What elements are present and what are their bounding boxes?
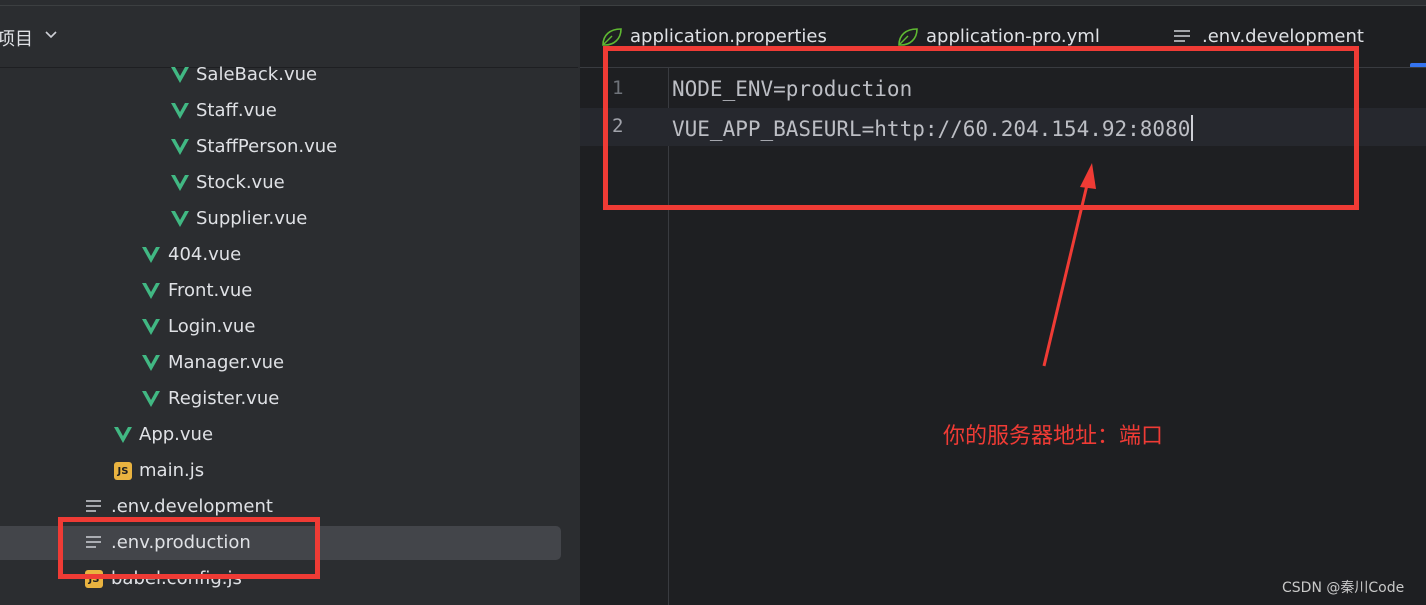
- vue-icon: [142, 355, 160, 371]
- tree-item-manager-vue[interactable]: Manager.vue: [0, 345, 578, 381]
- tree-item-label: Manager.vue: [168, 352, 285, 373]
- vue-icon: [142, 391, 160, 407]
- tree-item-staff-vue[interactable]: Staff.vue: [0, 93, 578, 129]
- tab-label: application.properties: [630, 26, 827, 47]
- annotation-box-code: [603, 46, 1359, 210]
- tree-item-label: StaffPerson.vue: [196, 136, 338, 157]
- tree-item-supplier-vue[interactable]: Supplier.vue: [0, 201, 578, 237]
- tree-item-label: .env.development: [111, 496, 273, 517]
- text-file-icon: [86, 500, 101, 512]
- tree-item-label: Login.vue: [168, 316, 256, 337]
- tree-item-label: Supplier.vue: [196, 208, 308, 229]
- vue-icon: [142, 247, 160, 263]
- scroll-marker: [1410, 63, 1426, 67]
- project-panel-title[interactable]: 项目: [0, 25, 33, 51]
- tab-label: .env.development: [1202, 26, 1364, 47]
- project-panel: 项目 SaleBack.vue Staff.vue StaffPerson.vu…: [0, 6, 578, 605]
- chevron-down-icon[interactable]: [44, 30, 58, 40]
- tree-item-saleback-vue[interactable]: SaleBack.vue: [0, 57, 578, 93]
- tree-item-label: 404.vue: [168, 244, 242, 265]
- tree-item-label: Front.vue: [168, 280, 253, 301]
- vue-icon: [142, 319, 160, 335]
- tree-item-label: SaleBack.vue: [196, 64, 318, 85]
- js-icon: JS: [114, 462, 132, 480]
- tree-item-label: App.vue: [139, 424, 214, 445]
- vue-icon: [171, 139, 189, 155]
- vue-icon: [142, 283, 160, 299]
- tree-item-front-vue[interactable]: Front.vue: [0, 273, 578, 309]
- text-file-icon: [1174, 30, 1190, 42]
- tree-item-register-vue[interactable]: Register.vue: [0, 381, 578, 417]
- vue-icon: [171, 175, 189, 191]
- tree-item-stock-vue[interactable]: Stock.vue: [0, 165, 578, 201]
- annotation-label: 你的服务器地址：端口: [943, 424, 1164, 449]
- tree-item-label: main.js: [139, 460, 205, 481]
- tree-item-login-vue[interactable]: Login.vue: [0, 309, 578, 345]
- vue-icon: [171, 103, 189, 119]
- tree-item-label: Stock.vue: [196, 172, 285, 193]
- tree-item-main-js[interactable]: JS main.js: [0, 453, 578, 489]
- vue-icon: [171, 67, 189, 83]
- watermark: CSDN @秦川Code: [1282, 580, 1405, 596]
- spring-leaf-icon: [898, 28, 918, 46]
- tree-item-label: Register.vue: [168, 388, 280, 409]
- vue-icon: [114, 427, 132, 443]
- vue-icon: [171, 211, 189, 227]
- tree-item-404-vue[interactable]: 404.vue: [0, 237, 578, 273]
- tree-item-label: Staff.vue: [196, 100, 277, 121]
- tree-item-staffperson-vue[interactable]: StaffPerson.vue: [0, 129, 578, 165]
- tree-item-app-vue[interactable]: App.vue: [0, 417, 578, 453]
- tab-label: application-pro.yml: [926, 26, 1100, 47]
- spring-leaf-icon: [602, 28, 622, 46]
- annotation-box-file: [58, 517, 320, 579]
